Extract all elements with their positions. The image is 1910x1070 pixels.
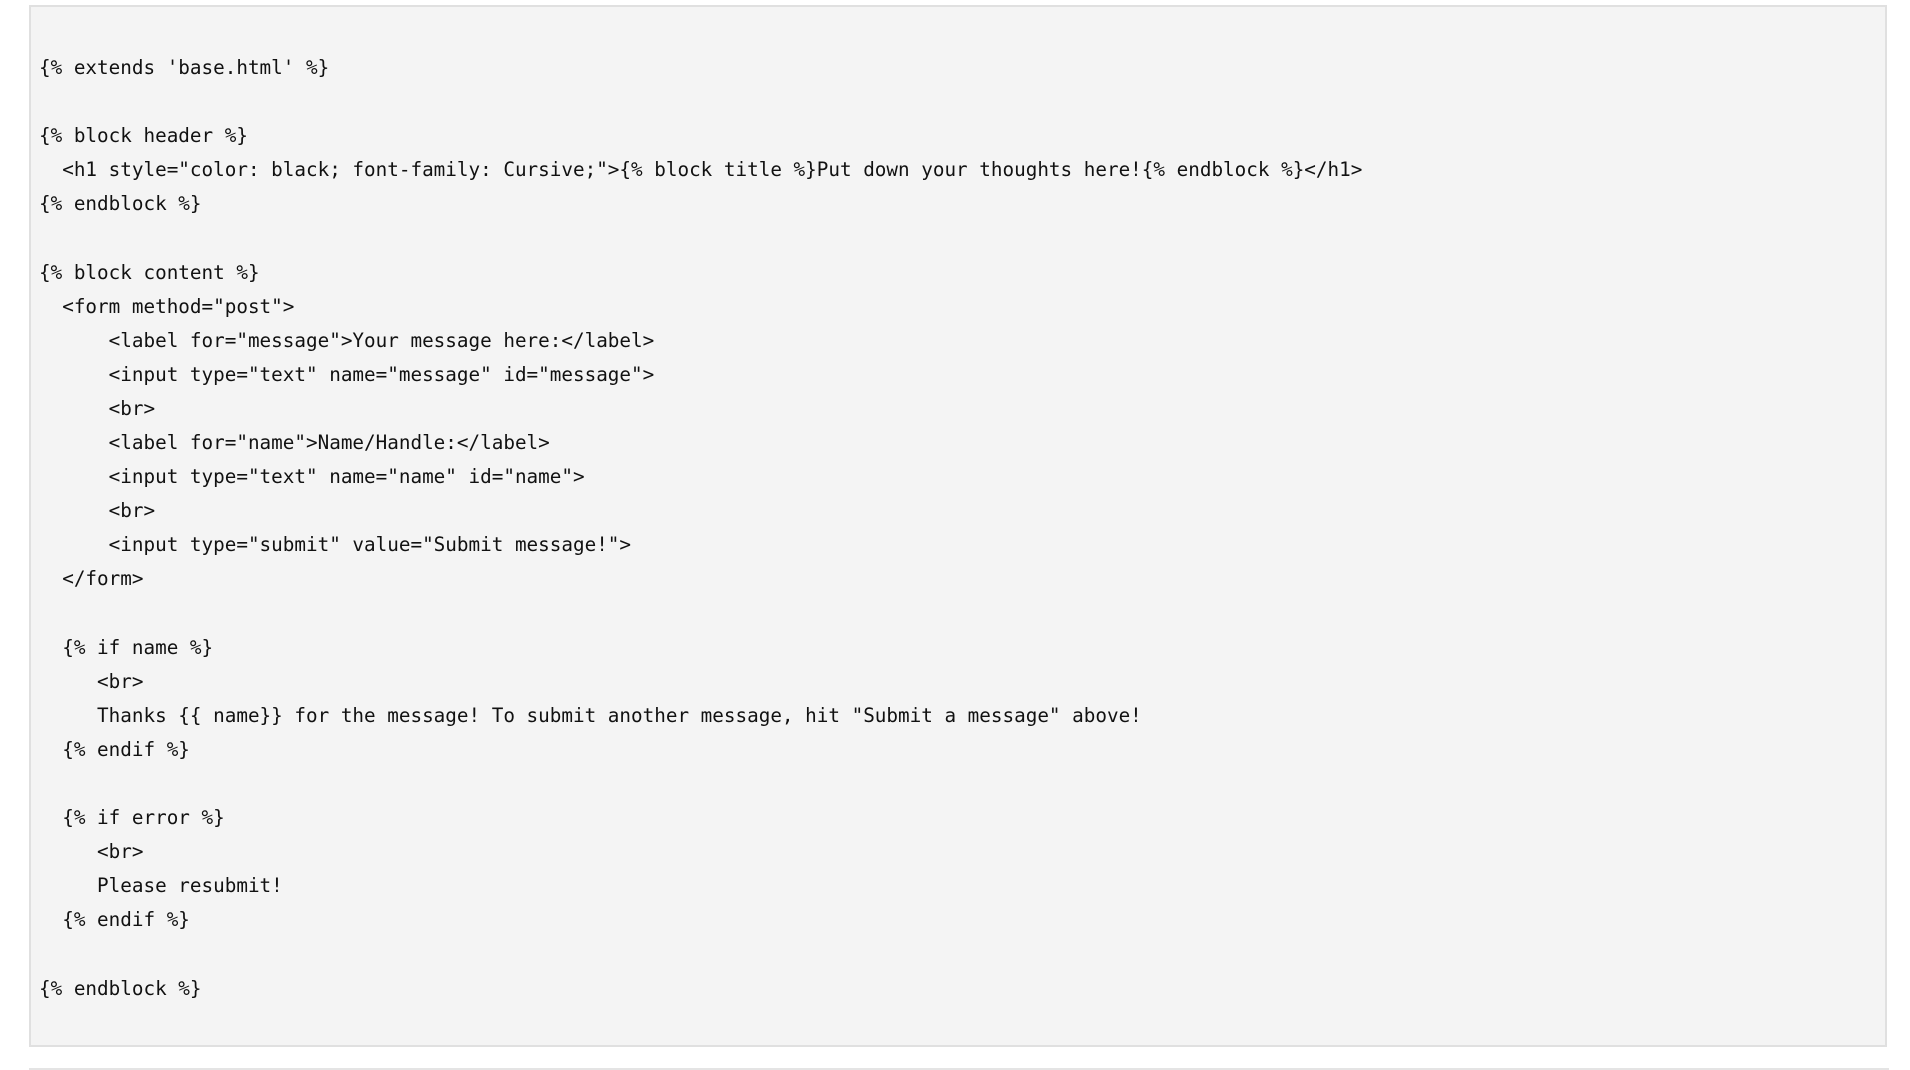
code-line: {% block content %} [39,260,260,284]
code-line: <br> [39,840,144,864]
code-line: {% extends 'base.html' %} [39,56,330,79]
code-line: <input type="text" name="name" id="name"… [39,465,585,489]
code-line: </form> [39,567,144,591]
code-line: Thanks {{ name}} for the message! To sub… [39,703,1142,727]
code-line: <form method="post"> [39,294,295,318]
code-line: {% if error %} [39,806,225,830]
code-line: {% endif %} [39,908,190,932]
code-line: Please resubmit! [39,874,283,898]
code-line: <br> [39,669,144,693]
code-line: {% endblock %} [39,192,202,216]
code-line: {% endif %} [39,737,190,761]
code-line: <br> [39,396,156,420]
code-block: {% extends 'base.html' %} {% block header… [29,5,1887,1047]
code-line: {% if name %} [39,635,214,659]
code-line: <br> [39,499,156,523]
code-line: <label for="message">Your message here:<… [39,328,655,352]
code-line: {% block header %} [39,124,248,148]
code-line: {% endblock %} [39,976,202,1000]
code-line: <label for="name">Name/Handle:</label> [39,431,550,455]
code-line: <h1 style="color: black; font-family: Cu… [39,158,1363,182]
code-line: <input type="text" name="message" id="me… [39,362,655,386]
code-line: <input type="submit" value="Submit messa… [39,533,632,557]
